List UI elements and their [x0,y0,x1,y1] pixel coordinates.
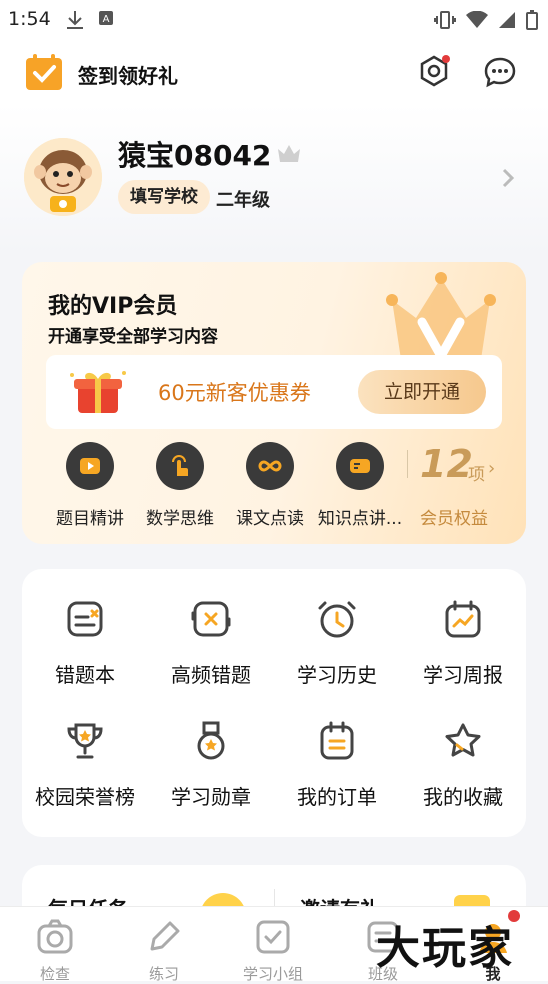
calendar-check-icon[interactable] [24,52,64,92]
gear-icon [420,55,450,87]
tool-label: 我的收藏 [423,785,503,809]
chevron-right-icon[interactable] [498,166,518,190]
watermark-logo: 大玩家 [376,923,514,974]
tool-label: 学习周报 [423,663,503,687]
vip-rights-label[interactable]: 会员权益 [420,504,488,529]
vip-rights-count[interactable]: 12 [420,442,473,486]
star-icon [445,723,481,757]
weekly-report-icon [445,600,481,638]
svg-text:A: A [103,14,110,25]
top-bar: 签到领好礼 [0,40,548,104]
notification-dot [508,910,520,922]
vip-item-label: 课文点读 [236,509,304,529]
settings-button[interactable] [416,54,452,90]
tool-label: 学习历史 [297,663,377,687]
vip-item-label: 题目精讲 [56,509,124,529]
trophy-icon [67,723,103,759]
frequent-mistake-icon [191,601,231,637]
vibrate-icon [434,11,456,29]
battery-icon [526,10,538,30]
pencil-icon [150,921,180,951]
tab-practice[interactable]: 练习 [109,907,219,983]
tool-label: 我的订单 [297,785,377,809]
wrong-book-icon [67,601,103,637]
tool-honor-board[interactable]: 校园荣誉榜 [22,721,148,810]
coupon-banner[interactable]: 60元新客优惠券 立即开通 [46,355,502,429]
crown-icon [278,145,300,162]
wifi-icon [466,11,488,28]
tab-check[interactable]: 检查 [0,907,110,983]
tool-study-history[interactable]: 学习历史 [274,599,400,688]
vip-item-text-reading[interactable]: 课文点读 [224,442,316,529]
vip-item-knowledge[interactable]: 知识点讲... [314,442,406,529]
tool-wrong-book[interactable]: 错题本 [22,599,148,688]
chevron-right-icon[interactable]: › [488,458,495,479]
camera-icon [37,919,73,954]
vip-item-label: 知识点讲... [317,509,403,529]
gift-box-icon [70,371,126,413]
grade-label: 二年级 [216,190,270,211]
chat-bubble-icon [484,57,516,88]
infinity-icon [258,460,282,472]
tool-label: 学习勋章 [171,785,251,809]
clock-icon [318,601,356,638]
app-notification-icon: A [99,11,113,25]
tools-grid: 错题本 高频错题 学习历史 学习周报 校园荣誉榜 学习勋章 我的订单 我的收藏 [22,569,526,837]
vip-subtitle: 开通享受全部学习内容 [48,327,218,347]
vip-title: 我的VIP会员 [48,294,178,319]
tool-favorites[interactable]: 我的收藏 [400,721,526,810]
school-tag[interactable]: 填写学校 [118,180,210,214]
tap-hand-icon [172,455,188,476]
tool-label: 高频错题 [171,663,251,687]
signal-icon [499,12,515,28]
avatar[interactable] [24,138,102,216]
status-bar: 1:54 A [0,0,548,40]
coupon-text: 60元新客优惠券 [158,381,311,405]
order-icon [320,721,354,760]
profile-section[interactable]: 猿宝08042 填写学校 二年级 [0,104,548,254]
vip-card[interactable]: 我的VIP会员 开通享受全部学习内容 60元新客优惠券 立即开通 题目精讲 数学… [22,262,526,544]
vip-item-label: 数学思维 [146,509,214,529]
tool-label: 校园荣誉榜 [35,785,135,809]
vip-item-explanation[interactable]: 题目精讲 [44,442,136,529]
vip-item-math-thinking[interactable]: 数学思维 [134,442,226,529]
tool-study-medal[interactable]: 学习勋章 [148,721,274,810]
tool-my-orders[interactable]: 我的订单 [274,721,400,810]
download-icon [67,11,83,29]
divider [407,450,408,478]
status-time: 1:54 [8,8,51,30]
medal-icon [197,721,225,760]
open-vip-button[interactable]: 立即开通 [358,370,486,414]
card-icon [350,459,370,473]
tab-study-group[interactable]: 学习小组 [218,907,328,983]
play-icon [80,458,100,474]
tool-frequent-mistakes[interactable]: 高频错题 [148,599,274,688]
message-button[interactable] [482,54,518,90]
group-check-icon [256,920,290,954]
vip-rights-unit[interactable]: 项 [468,460,485,485]
checkin-label[interactable]: 签到领好礼 [78,60,178,89]
tool-label: 错题本 [55,663,115,687]
tool-weekly-report[interactable]: 学习周报 [400,599,526,688]
vip-benefits-row: 题目精讲 数学思维 课文点读 知识点讲... 12 项 › 会员权益 [22,442,526,532]
username: 猿宝08042 [118,139,272,172]
